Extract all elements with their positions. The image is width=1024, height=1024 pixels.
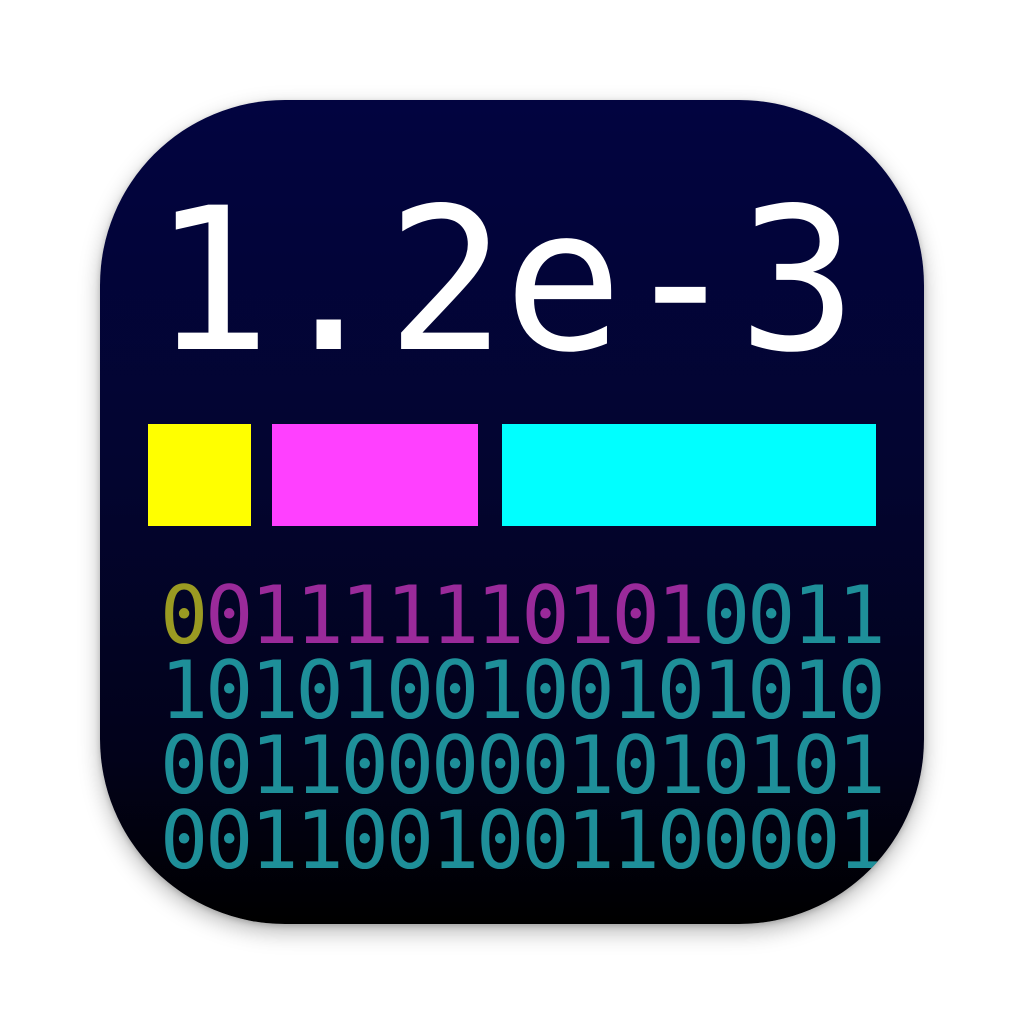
- mantissa-segment-bar: [502, 424, 876, 526]
- canvas: 1.2e-3 0011111101010011 1010100100101010…: [0, 0, 1024, 1024]
- exponent-segment-bar: [272, 424, 478, 526]
- bit-row-3: 0011000001010101: [160, 719, 886, 812]
- app-icon: 1.2e-3 0011111101010011 1010100100101010…: [100, 100, 924, 924]
- bit-pattern: 0011111101010011 1010100100101010 001100…: [160, 576, 886, 887]
- bit-row-4: 0011001001100001: [160, 794, 886, 887]
- bit-row-2: 1010100100101010: [160, 644, 886, 737]
- sign-segment-bar: [148, 424, 251, 526]
- bit-row-1: 0011111101010011: [160, 576, 886, 656]
- float-value-label: 1.2e-3: [152, 165, 857, 396]
